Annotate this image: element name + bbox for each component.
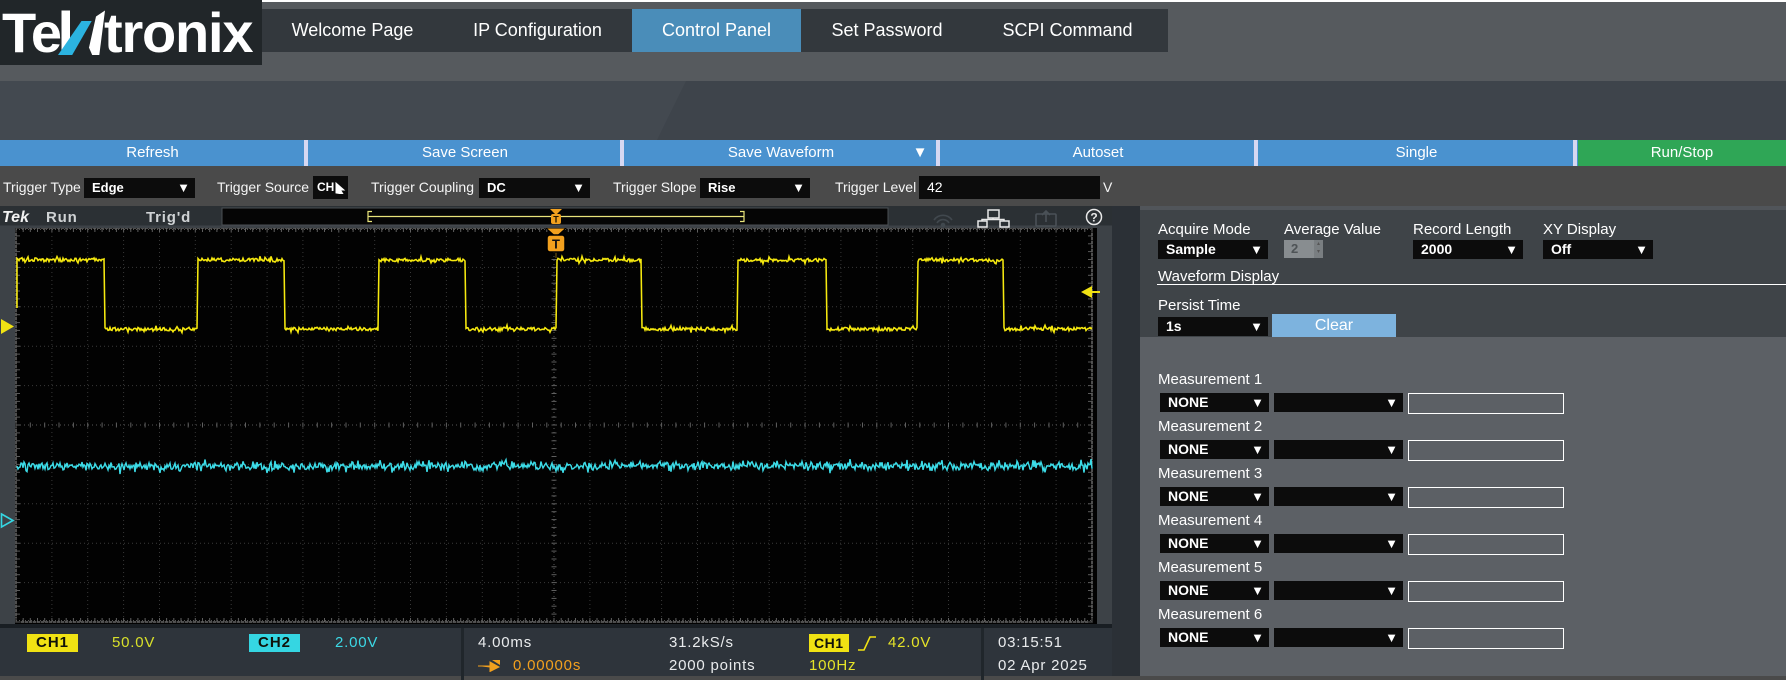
svg-text:Te: Te (2, 1, 61, 64)
svg-text:Trig'd: Trig'd (146, 209, 191, 226)
svg-text:Tek: Tek (2, 209, 30, 226)
svg-text:?: ? (1090, 211, 1097, 225)
svg-text:tronix: tronix (104, 1, 253, 64)
svg-text:T: T (552, 237, 560, 252)
svg-text:Run: Run (46, 209, 78, 226)
svg-text:T: T (553, 215, 559, 225)
